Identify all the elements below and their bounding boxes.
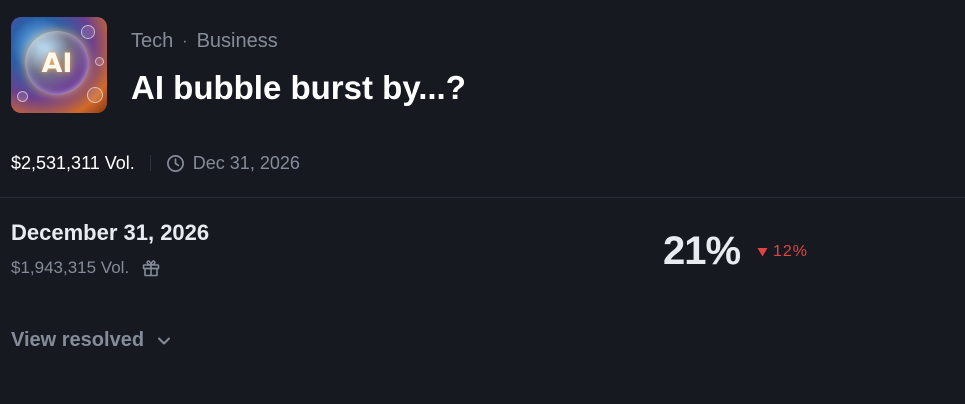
meta-divider xyxy=(149,155,151,171)
end-date-label: Dec 31, 2026 xyxy=(192,152,300,173)
outcome-probability: 21% xyxy=(663,229,741,273)
market-title: AI bubble burst by...? xyxy=(131,69,466,106)
category-link-tech[interactable]: Tech xyxy=(131,30,173,53)
probability-change: 12% xyxy=(757,243,808,261)
bubble-decoration xyxy=(81,25,95,39)
market-thumbnail[interactable]: AI xyxy=(11,17,107,113)
chevron-down-icon xyxy=(158,337,171,344)
clock-icon xyxy=(166,154,184,172)
thumbnail-label: AI xyxy=(41,47,73,79)
bubble-decoration xyxy=(17,91,28,102)
breadcrumb-separator: · xyxy=(182,32,188,50)
market-volume: $2,531,311 Vol. xyxy=(11,152,135,173)
view-resolved-button[interactable]: View resolved xyxy=(11,329,172,352)
market-meta: $2,531,311 Vol. Dec 31, 2026 xyxy=(11,150,300,176)
category-link-business[interactable]: Business xyxy=(197,30,278,53)
ai-bubble-logo: AI xyxy=(25,31,89,95)
breadcrumb: Tech · Business xyxy=(131,30,278,53)
triangle-down-icon xyxy=(757,248,768,257)
section-divider xyxy=(0,197,965,198)
outcome-volume: $1,943,315 Vol. xyxy=(11,258,130,277)
bubble-decoration xyxy=(95,57,104,66)
bubble-decoration xyxy=(87,87,103,103)
outcome-volume-row: $1,943,315 Vol. xyxy=(11,258,161,278)
outcome-name[interactable]: December 31, 2026 xyxy=(11,220,209,246)
gift-icon[interactable] xyxy=(141,258,161,278)
change-value: 12% xyxy=(773,243,809,260)
end-date[interactable]: Dec 31, 2026 xyxy=(166,153,300,174)
view-resolved-label: View resolved xyxy=(11,329,145,351)
